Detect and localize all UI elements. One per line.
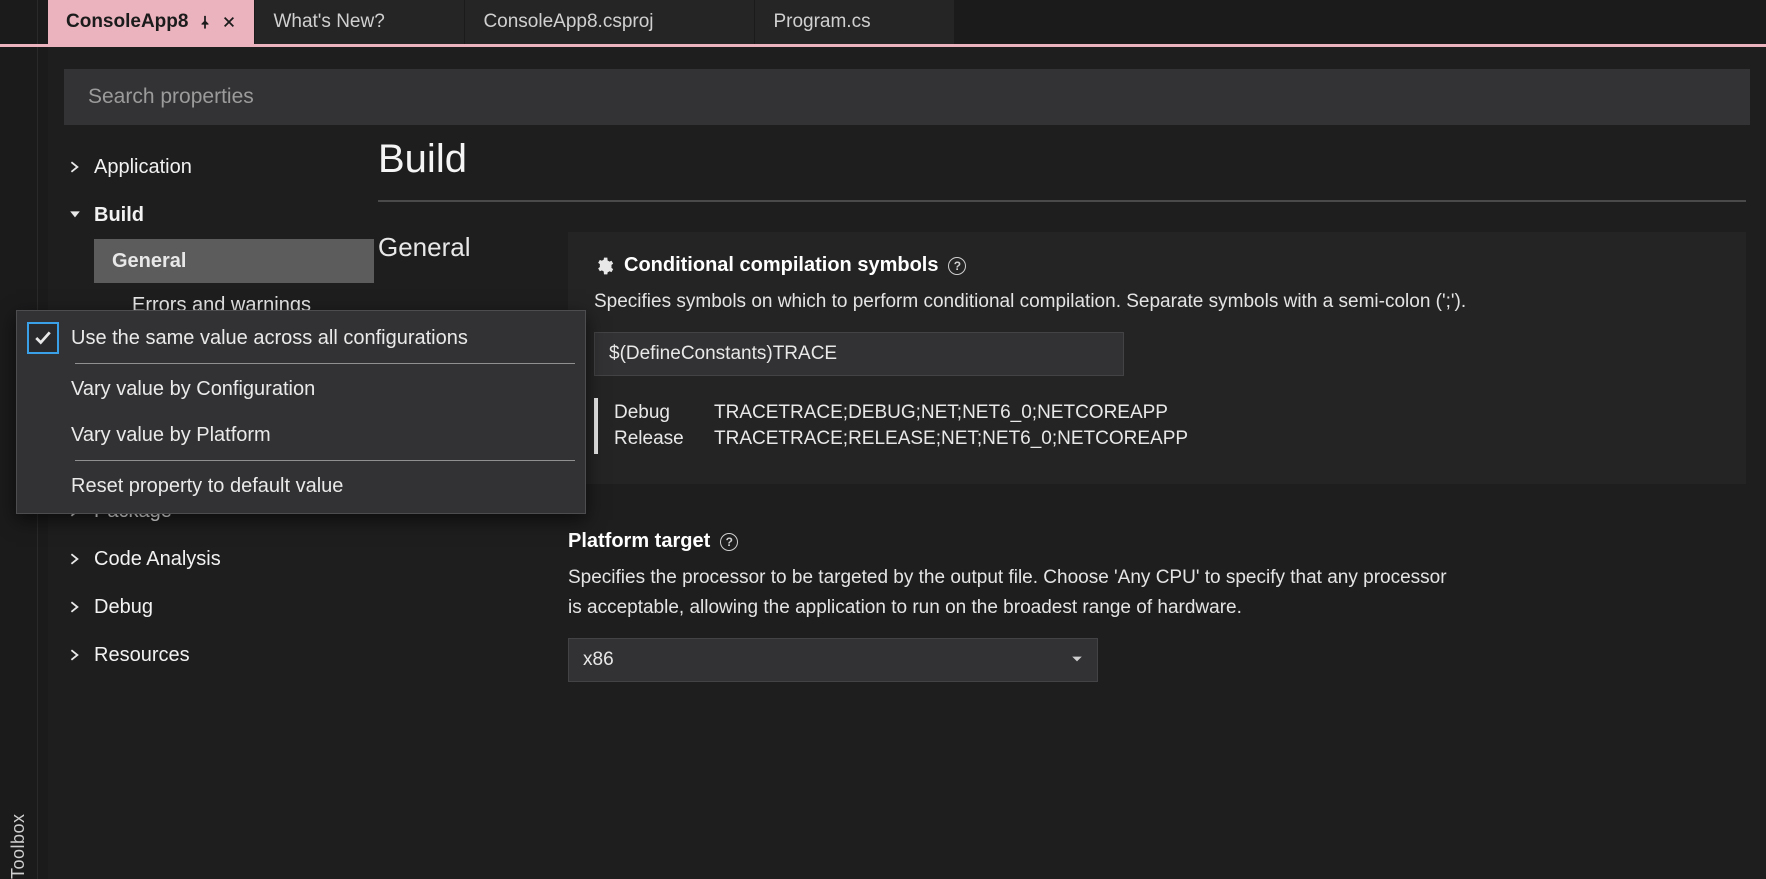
heading-label: Platform target [568, 530, 710, 553]
menu-item-vary-config[interactable]: Vary value by Configuration [17, 366, 585, 412]
chevron-right-icon [66, 158, 84, 176]
sidebar-item-debug[interactable]: Debug [66, 583, 378, 631]
select-value: x86 [583, 649, 614, 671]
detail-pane: Build General Conditional compilation sy… [378, 143, 1766, 682]
menu-item-vary-platform[interactable]: Vary value by Platform [17, 412, 585, 458]
tab-csproj[interactable]: ConsoleApp8.csproj [465, 0, 755, 44]
tab-bar: ConsoleApp8 What's New? ConsoleApp8.cspr… [48, 0, 1766, 44]
page-title: Build [378, 137, 1746, 182]
sidebar-item-label: Debug [94, 596, 153, 619]
menu-item-label: Reset property to default value [71, 475, 343, 498]
chevron-down-icon [66, 206, 84, 224]
config-value: TRACETRACE;DEBUG;NET;NET6_0;NETCOREAPP [714, 402, 1720, 424]
menu-spacer [27, 373, 59, 405]
chevron-down-icon [1071, 649, 1083, 671]
divider [378, 200, 1746, 202]
tab-label: ConsoleApp8 [66, 11, 188, 33]
help-icon[interactable]: ? [948, 257, 966, 275]
sidebar-item-label: Resources [94, 644, 190, 667]
search-properties-bar[interactable] [64, 69, 1750, 125]
sidebar-item-label: General [112, 250, 186, 273]
menu-item-reset-default[interactable]: Reset property to default value [17, 463, 585, 509]
config-name: Release [614, 428, 714, 450]
tab-label: ConsoleApp8.csproj [483, 11, 653, 33]
tab-program-cs[interactable]: Program.cs [755, 0, 955, 44]
menu-separator [75, 363, 575, 364]
check-icon [27, 322, 59, 354]
menu-item-label: Vary value by Configuration [71, 378, 315, 401]
sidebar-item-code-analysis[interactable]: Code Analysis [66, 535, 378, 583]
sidebar-item-label: Application [94, 156, 192, 179]
pin-icon[interactable] [198, 15, 212, 29]
help-icon[interactable]: ? [720, 533, 738, 551]
sidebar-item-label: Build [94, 204, 144, 227]
tab-label: What's New? [273, 11, 384, 33]
tab-console-app[interactable]: ConsoleApp8 [48, 0, 255, 44]
tab-label: Program.cs [773, 11, 870, 33]
context-menu: Use the same value across all configurat… [16, 310, 586, 514]
chevron-right-icon [66, 550, 84, 568]
sidebar-item-label: Code Analysis [94, 548, 221, 571]
sidebar-item-application[interactable]: Application [66, 143, 378, 191]
config-values-block: Debug TRACETRACE;DEBUG;NET;NET6_0;NETCOR… [594, 398, 1720, 454]
chevron-right-icon [66, 646, 84, 664]
gear-icon[interactable] [594, 256, 614, 276]
card-description: Specifies symbols on which to perform co… [594, 287, 1474, 316]
menu-separator [75, 460, 575, 461]
platform-description: Specifies the processor to be targeted b… [568, 563, 1448, 622]
search-input[interactable] [88, 85, 1726, 109]
symbols-input[interactable]: $(DefineConstants)TRACE [594, 332, 1124, 376]
menu-spacer [27, 470, 59, 502]
menu-spacer [27, 419, 59, 451]
sidebar-item-build[interactable]: Build [66, 191, 378, 239]
symbols-input-value: $(DefineConstants)TRACE [609, 343, 837, 365]
tab-whats-new[interactable]: What's New? [255, 0, 465, 44]
sidebar-item-resources[interactable]: Resources [66, 631, 378, 679]
platform-target-heading: Platform target ? [568, 530, 1746, 553]
close-icon[interactable] [222, 15, 236, 29]
card-title: Conditional compilation symbols [624, 254, 938, 277]
menu-item-label: Vary value by Platform [71, 424, 271, 447]
menu-item-same-value[interactable]: Use the same value across all configurat… [17, 315, 585, 361]
conditional-symbols-card: Conditional compilation symbols ? Specif… [568, 232, 1746, 484]
sidebar-sub-general[interactable]: General [94, 239, 374, 283]
chevron-right-icon [66, 598, 84, 616]
platform-target-select[interactable]: x86 [568, 638, 1098, 682]
config-value: TRACETRACE;RELEASE;NET;NET6_0;NETCOREAPP [714, 428, 1720, 450]
menu-item-label: Use the same value across all configurat… [71, 327, 468, 350]
config-name: Debug [614, 402, 714, 424]
